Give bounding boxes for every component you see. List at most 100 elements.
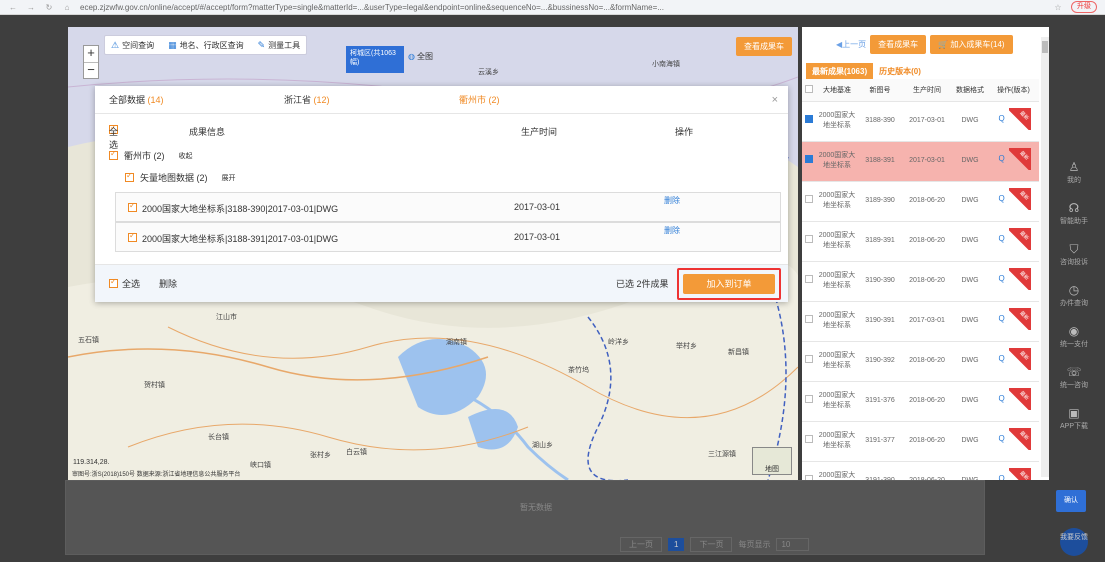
- row-checkbox-cell[interactable]: [802, 221, 816, 262]
- row-checkbox[interactable]: [805, 275, 813, 283]
- checkbox-icon[interactable]: [128, 231, 137, 242]
- back-icon[interactable]: ←: [8, 3, 18, 12]
- star-icon[interactable]: ☆: [1053, 3, 1063, 12]
- row-checkbox-cell[interactable]: [802, 341, 816, 382]
- tab-quzhou[interactable]: 衢州市 (2): [459, 93, 634, 106]
- sidebar-item[interactable]: ◷ 办件查询: [1054, 283, 1094, 324]
- current-page[interactable]: 1: [668, 538, 685, 551]
- row-checkbox-cell[interactable]: [802, 421, 816, 462]
- operation-cell[interactable]: Q 最新: [988, 181, 1039, 222]
- row-checkbox[interactable]: [805, 435, 813, 443]
- home-icon[interactable]: ⌂: [62, 3, 72, 12]
- operation-cell[interactable]: Q 最新: [988, 261, 1039, 302]
- result-row[interactable]: 2000国家大地坐标系 3190-390 2018-06-20 DWG Q 最新: [802, 261, 1039, 302]
- operation-cell[interactable]: Q 最新: [988, 301, 1039, 342]
- checkbox-icon[interactable]: [109, 149, 118, 160]
- result-row[interactable]: 2000国家大地坐标系 3188-391 2017-03-01 DWG Q 最新: [802, 141, 1039, 182]
- basemap-switcher[interactable]: 地图: [752, 447, 792, 475]
- zoom-out-icon[interactable]: −: [84, 62, 98, 78]
- sidebar-item[interactable]: ☊ 智能助手: [1054, 201, 1094, 242]
- select-all-checkbox[interactable]: [805, 84, 813, 93]
- preview-icon[interactable]: Q: [999, 474, 1005, 480]
- sidebar-item[interactable]: ▣ APP下载: [1054, 406, 1094, 447]
- row-checkbox-cell[interactable]: [802, 301, 816, 342]
- add-to-order-button[interactable]: 加入到订单: [683, 274, 775, 294]
- next-page[interactable]: 下一页: [690, 537, 733, 552]
- confirm-button[interactable]: 确认: [1056, 490, 1086, 512]
- result-row[interactable]: 2000国家大地坐标系 3190-391 2017-03-01 DWG Q 最新: [802, 301, 1039, 342]
- sidebar-item[interactable]: ◉ 统一支付: [1054, 324, 1094, 365]
- subgroup-vector[interactable]: 矢量地图数据 (2) 展开: [125, 171, 236, 184]
- tab-all-data[interactable]: 全部数据 (14): [109, 93, 284, 106]
- group-quzhou[interactable]: 衢州市 (2) 收起: [109, 149, 193, 162]
- result-row[interactable]: 2000国家大地坐标系 3191-377 2018-06-20 DWG Q 最新: [802, 421, 1039, 462]
- spatial-query-button[interactable]: ⚠ 空间查询: [111, 40, 154, 51]
- region-query-button[interactable]: ▦ 地名、行政区查询: [168, 40, 244, 51]
- delete-link[interactable]: 删除: [664, 195, 680, 206]
- preview-icon[interactable]: Q: [999, 354, 1005, 364]
- row-checkbox-cell[interactable]: [802, 101, 816, 142]
- checkbox-icon[interactable]: [128, 201, 137, 212]
- reload-icon[interactable]: ↻: [44, 3, 54, 12]
- record-item[interactable]: 2000国家大地坐标系|3188-390|2017-03-01|DWG 2017…: [115, 192, 781, 222]
- row-checkbox[interactable]: [805, 475, 813, 480]
- operation-cell[interactable]: Q 最新: [988, 101, 1039, 142]
- preview-icon[interactable]: Q: [999, 274, 1005, 284]
- zoom-in-icon[interactable]: +: [84, 46, 98, 62]
- row-checkbox[interactable]: [805, 355, 813, 363]
- page-size-select[interactable]: 10: [776, 538, 810, 551]
- operation-cell[interactable]: Q 最新: [988, 221, 1039, 262]
- view-cart-button[interactable]: 查看成果车: [870, 35, 927, 54]
- forward-icon[interactable]: →: [26, 3, 36, 12]
- row-checkbox[interactable]: [805, 195, 813, 203]
- checkbox-icon[interactable]: [125, 171, 134, 182]
- row-checkbox-cell[interactable]: [802, 141, 816, 182]
- sidebar-item[interactable]: ⛉ 咨询投诉: [1054, 242, 1094, 283]
- row-checkbox[interactable]: [805, 235, 813, 243]
- row-checkbox-cell[interactable]: [802, 381, 816, 422]
- row-checkbox[interactable]: [805, 395, 813, 403]
- preview-icon[interactable]: Q: [999, 154, 1005, 164]
- results-scrollbar[interactable]: [1041, 37, 1049, 477]
- prev-page-link[interactable]: ◀上一页: [836, 39, 866, 50]
- preview-icon[interactable]: Q: [999, 434, 1005, 444]
- expand-toggle[interactable]: 展开: [222, 173, 236, 183]
- preview-icon[interactable]: Q: [999, 194, 1005, 204]
- preview-icon[interactable]: Q: [999, 114, 1005, 124]
- add-cart-button[interactable]: 🛒 加入成果车(14): [930, 35, 1013, 54]
- result-row[interactable]: 2000国家大地坐标系3191-3902018-06-20DWG Q 最新: [802, 461, 1039, 480]
- view-results-button[interactable]: 查看成果车: [736, 37, 792, 56]
- delete-link[interactable]: 删除: [664, 225, 680, 236]
- row-checkbox-cell[interactable]: [802, 181, 816, 222]
- footer-delete-button[interactable]: 删除: [159, 277, 177, 290]
- operation-cell[interactable]: Q 最新: [988, 461, 1039, 480]
- sidebar-item[interactable]: ☏ 统一咨询: [1054, 365, 1094, 406]
- result-row[interactable]: 2000国家大地坐标系 3191-376 2018-06-20 DWG Q 最新: [802, 381, 1039, 422]
- row-checkbox[interactable]: [805, 115, 813, 123]
- operation-cell[interactable]: Q 最新: [988, 141, 1039, 182]
- sidebar-item[interactable]: ♙ 我的: [1054, 160, 1094, 201]
- operation-cell[interactable]: Q 最新: [988, 341, 1039, 382]
- row-checkbox-cell[interactable]: [802, 461, 816, 480]
- prev-page[interactable]: 上一页: [620, 537, 662, 552]
- tab-history[interactable]: 历史版本(0): [873, 63, 927, 80]
- measure-tool-button[interactable]: ✎ 测量工具: [258, 40, 301, 51]
- operation-cell[interactable]: Q 最新: [988, 381, 1039, 422]
- result-row[interactable]: 2000国家大地坐标系 3189-391 2018-06-20 DWG Q 最新: [802, 221, 1039, 262]
- row-checkbox-cell[interactable]: [802, 261, 816, 302]
- record-item[interactable]: 2000国家大地坐标系|3188-391|2017-03-01|DWG 2017…: [115, 222, 781, 252]
- row-checkbox[interactable]: [805, 155, 813, 163]
- close-icon[interactable]: ×: [772, 94, 778, 106]
- footer-select-all[interactable]: 全选: [109, 277, 140, 290]
- feedback-button[interactable]: 我要反馈: [1060, 528, 1088, 556]
- operation-cell[interactable]: Q 最新: [988, 421, 1039, 462]
- collapse-toggle[interactable]: 收起: [179, 151, 193, 161]
- row-checkbox[interactable]: [805, 315, 813, 323]
- result-row[interactable]: 2000国家大地坐标系 3189-390 2018-06-20 DWG Q 最新: [802, 181, 1039, 222]
- preview-icon[interactable]: Q: [999, 234, 1005, 244]
- result-row[interactable]: 2000国家大地坐标系 3188-390 2017-03-01 DWG Q 最新: [802, 101, 1039, 142]
- tab-latest[interactable]: 最新成果(1063): [806, 63, 874, 80]
- tab-zhejiang[interactable]: 浙江省 (12): [284, 93, 459, 106]
- result-row[interactable]: 2000国家大地坐标系 3190-392 2018-06-20 DWG Q 最新: [802, 341, 1039, 382]
- preview-icon[interactable]: Q: [999, 314, 1005, 324]
